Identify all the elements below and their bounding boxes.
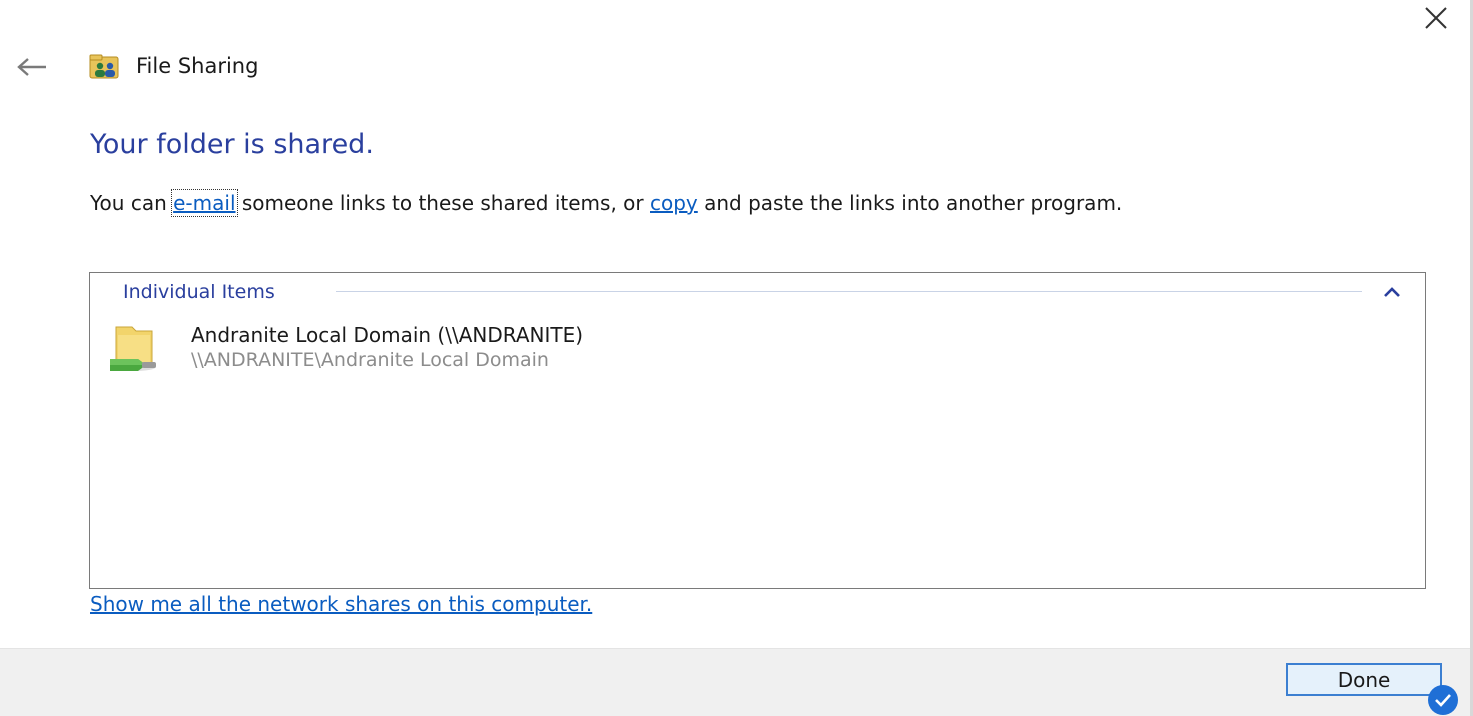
copy-link[interactable]: copy [650, 191, 698, 215]
done-button[interactable]: Done [1286, 663, 1442, 696]
group-divider [336, 291, 1362, 292]
dialog-footer [0, 648, 1470, 716]
list-item[interactable]: Andranite Local Domain (\\ANDRANITE) \\A… [96, 317, 1416, 377]
checkmark-badge [1428, 685, 1458, 715]
description-prefix: You can [90, 191, 174, 215]
shared-items-list: Individual Items Andranite Local Domain … [89, 272, 1426, 589]
back-arrow-icon [17, 58, 46, 76]
collapse-group-button[interactable] [1374, 281, 1410, 303]
back-button[interactable] [10, 50, 54, 84]
description-suffix: and paste the links into another program… [697, 191, 1123, 215]
shared-folder-icon [110, 326, 156, 371]
description-middle: someone links to these shared items, or [235, 191, 650, 215]
close-button[interactable] [1416, 0, 1456, 36]
chevron-up-icon [1384, 287, 1400, 297]
email-link[interactable]: e-mail [171, 189, 238, 217]
network-shares-link[interactable]: Show me all the network shares on this c… [90, 589, 592, 619]
item-path: \\ANDRANITE\Andranite Local Domain [191, 349, 549, 371]
file-sharing-people-icon [89, 54, 119, 79]
share-instructions: You can e-mail someone links to these sh… [90, 188, 1122, 218]
page-heading: Your folder is shared. [90, 129, 374, 160]
checkmark-icon [1435, 694, 1451, 707]
close-icon [1425, 7, 1447, 29]
item-name: Andranite Local Domain (\\ANDRANITE) [191, 323, 584, 347]
group-label: Individual Items [123, 281, 275, 303]
file-sharing-dialog: File Sharing Your folder is shared. You … [0, 0, 1473, 716]
dialog-title: File Sharing [136, 54, 259, 78]
group-header-individual-items[interactable]: Individual Items [90, 273, 1425, 309]
